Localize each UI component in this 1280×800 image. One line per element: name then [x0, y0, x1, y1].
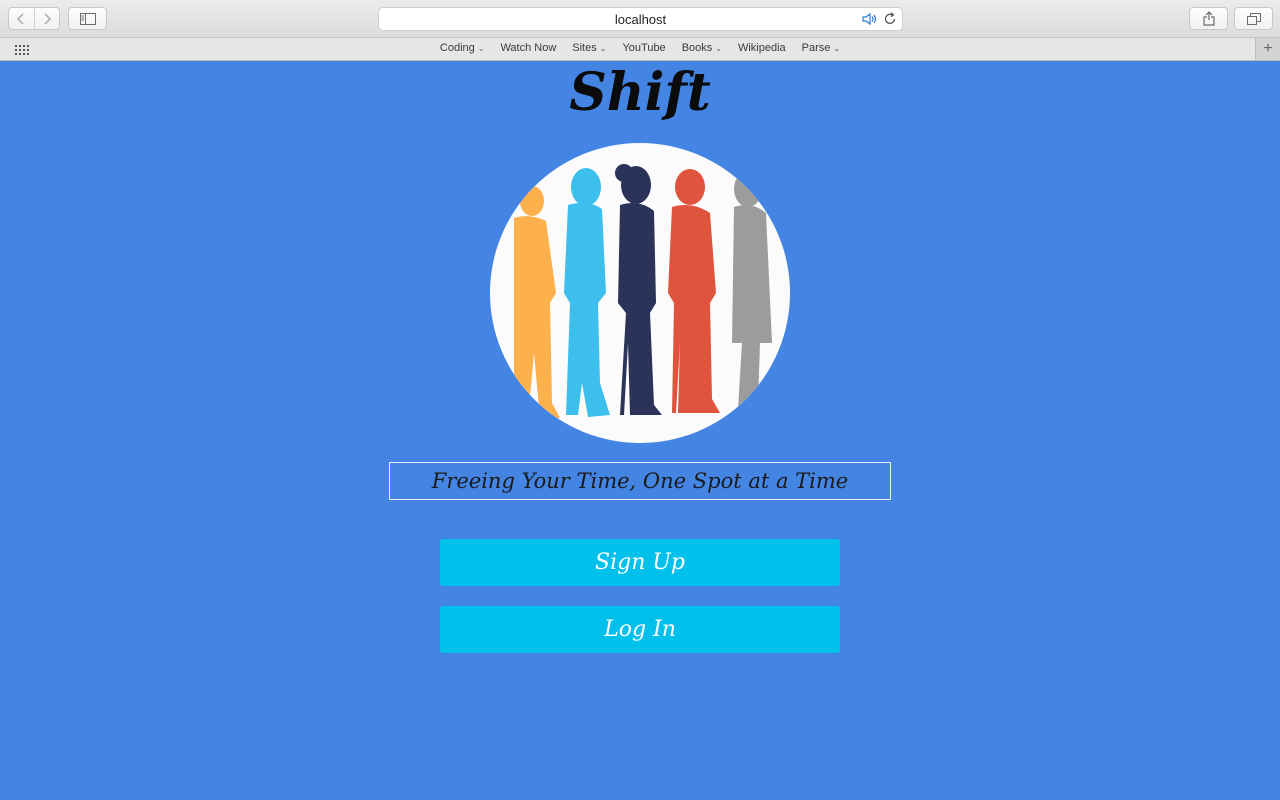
bookmark-list: Coding ⌄ Watch Now Sites ⌄ YouTube Books ⌄ … [0, 42, 1280, 54]
forward-icon[interactable] [33, 8, 60, 29]
bookmark-label: Coding [439, 42, 475, 54]
bookmark-label: YouTube [622, 42, 666, 54]
chevron-down-icon: ⌄ [599, 43, 607, 53]
bookmarks-bar: Coding ⌄ Watch Now Sites ⌄ YouTube Books ⌄ … [0, 38, 1280, 61]
logo-text: Shift [569, 62, 711, 123]
hero-image [490, 143, 790, 443]
bookmark-watch-now[interactable]: Watch Now [492, 42, 564, 54]
bookmark-label: Sites [572, 42, 597, 54]
tabs-icon[interactable] [1234, 7, 1273, 30]
silhouette-lightblue [564, 168, 610, 417]
chevron-down-icon: ⌄ [715, 43, 722, 53]
chevron-down-icon: ⌄ [833, 43, 841, 53]
address-bar[interactable]: localhost [378, 7, 903, 31]
nav-buttons [8, 7, 60, 30]
bookmark-coding[interactable]: Coding ⌄ [432, 42, 493, 54]
tagline: Freeing Your Time, One Spot at a Time [389, 462, 891, 500]
audio-icon[interactable] [862, 12, 878, 31]
bookmark-youtube[interactable]: YouTube [614, 42, 673, 54]
bookmark-wikipedia[interactable]: Wikipedia [730, 42, 794, 54]
url-text: localhost [614, 12, 667, 27]
sign-up-button[interactable]: Sign Up [440, 539, 840, 586]
silhouette-gray [732, 171, 772, 409]
back-icon[interactable] [9, 8, 34, 29]
log-in-button[interactable]: Log In [440, 606, 840, 653]
bookmark-sites[interactable]: Sites ⌄ [564, 42, 614, 54]
silhouette-orange [514, 186, 560, 418]
bookmark-label: Wikipedia [737, 42, 786, 54]
bookmark-label: Books [681, 42, 713, 54]
bookmark-label: Parse [801, 42, 831, 54]
browser-toolbar: localhost [0, 0, 1280, 38]
chevron-down-icon: ⌄ [477, 43, 485, 53]
bookmark-books[interactable]: Books ⌄ [674, 42, 730, 54]
new-tab-icon[interactable]: + [1255, 38, 1280, 60]
bookmark-label: Watch Now [500, 42, 557, 54]
share-icon[interactable] [1189, 7, 1228, 30]
reload-icon[interactable] [883, 12, 897, 31]
silhouette-red [668, 169, 720, 413]
sidebar-icon[interactable] [68, 7, 107, 30]
bookmark-parse[interactable]: Parse ⌄ [794, 42, 848, 54]
silhouette-navy [615, 164, 662, 415]
